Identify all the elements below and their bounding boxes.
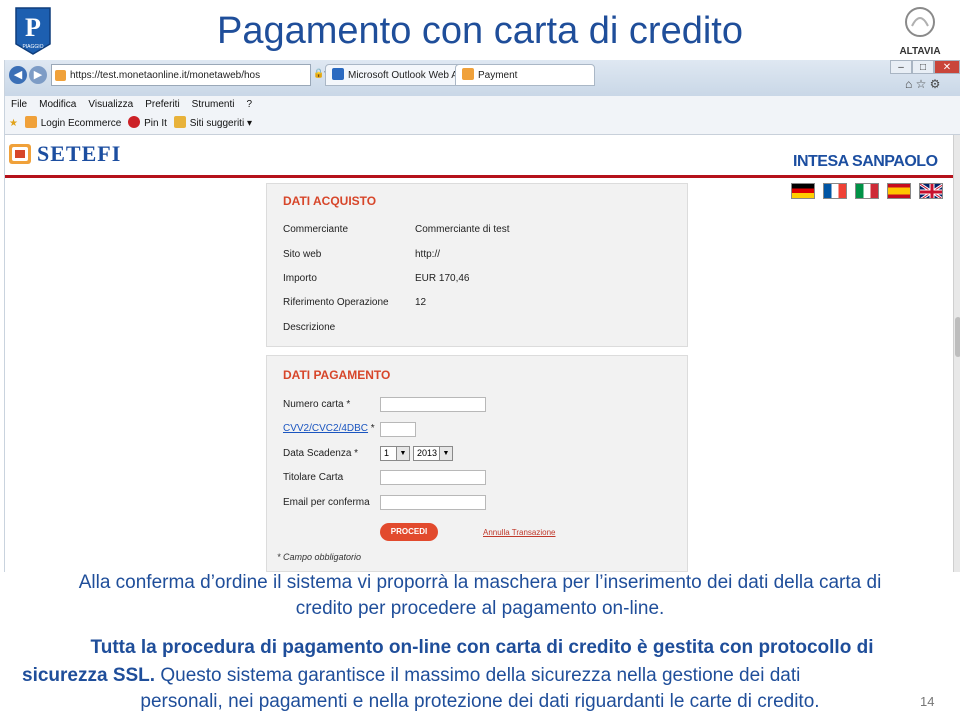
month-value: 1 (384, 448, 390, 458)
annulla-link[interactable]: Annulla Transazione (483, 528, 556, 537)
email-input[interactable] (380, 495, 486, 510)
address-bar[interactable]: https://test.monetaonline.it/monetaweb/h… (51, 64, 311, 86)
payment-favicon (462, 68, 474, 80)
menu-strumenti[interactable]: Strumenti (186, 96, 241, 114)
pinterest-icon (128, 116, 141, 128)
label-commerciante: Commerciante (283, 224, 349, 235)
menu-visualizza[interactable]: Visualizza (82, 96, 139, 114)
menu-preferiti[interactable]: Preferiti (139, 96, 185, 114)
chevron-down-icon: ▼ (439, 447, 452, 460)
flag-fr-icon[interactable] (823, 183, 847, 199)
year-value: 2013 (417, 448, 438, 458)
tab-outlook-label: Microsoft Outlook Web Access (348, 70, 464, 81)
fav-siti-suggeriti[interactable]: Siti suggeriti ▾ (173, 114, 252, 134)
intesa-sanpaolo-logo: INTESA SANPAOLO (793, 153, 938, 170)
flag-es-icon[interactable] (887, 183, 911, 199)
tab-payment[interactable]: Payment (455, 64, 595, 86)
flag-de-icon[interactable] (791, 183, 815, 199)
fav-login-ecommerce-label: Login Ecommerce (40, 118, 122, 129)
month-select[interactable]: 1 ▼ (380, 446, 410, 461)
label-titolare: Titolare Carta (283, 472, 344, 483)
cvv-link[interactable]: CVV2/CVC2/4DBC (283, 423, 368, 434)
value-sito-web: http:// (415, 249, 441, 260)
back-icon[interactable]: ◀ (9, 66, 27, 84)
altavia-logo-text: ALTAVIA (899, 46, 940, 57)
label-descrizione: Descrizione (283, 322, 336, 333)
label-data-scadenza: Data Scadenza * (283, 448, 359, 459)
menu-modifica[interactable]: Modifica (33, 96, 82, 114)
vertical-scrollbar[interactable] (953, 135, 960, 572)
value-commerciante: Commerciante di test (415, 224, 510, 235)
url-text: https://test.monetaonline.it/monetaweb/h… (70, 70, 261, 81)
setefi-logo: SETEFI (9, 141, 121, 167)
label-sito-web: Sito web (283, 249, 322, 260)
tab-outlook[interactable]: Microsoft Outlook Web Access (325, 64, 465, 86)
browser-titlebar: ◀ ▶ https://test.monetaonline.it/monetaw… (5, 60, 960, 96)
dati-acquisto-box: DATI ACQUISTO Commerciante Commerciante … (266, 183, 688, 347)
dati-pagamento-title: DATI PAGAMENTO (283, 368, 391, 382)
slide-text-line-2: credito per procedere al pagamento on-li… (295, 598, 665, 619)
value-importo: EUR 170,46 (415, 273, 470, 284)
year-select[interactable]: 2013 ▼ (413, 446, 453, 461)
scrollbar-thumb[interactable] (955, 317, 960, 357)
close-icon[interactable]: ✕ (934, 60, 960, 74)
maximize-icon[interactable]: □ (912, 60, 934, 74)
label-importo: Importo (283, 273, 317, 284)
forward-icon[interactable]: ▶ (29, 66, 47, 84)
outlook-icon (332, 68, 344, 80)
fav-siti-suggeriti-label: Siti suggeriti (189, 118, 245, 129)
label-numero-carta: Numero carta * (283, 399, 351, 410)
slide-title: Pagamento con carta di credito (217, 10, 743, 52)
slide-bold-line-1: Tutta la procedura di pagamento on-line … (90, 637, 874, 658)
slide-text-line-3: Questo sistema garantisce il massimo del… (160, 665, 801, 686)
payment-page: SETEFI INTESA SANPAOLO DATI ACQUISTO Com… (5, 135, 953, 572)
favorites-bar: ★ Login Ecommerce Pin It Siti suggeriti … (5, 114, 960, 135)
flag-it-icon[interactable] (855, 183, 879, 199)
setefi-brand-text: SETEFI (37, 141, 122, 166)
browser-window: ◀ ▶ https://test.monetaonline.it/monetaw… (4, 60, 960, 572)
slide-text-line-4: personali, nei pagamenti e nella protezi… (140, 691, 820, 712)
slide-page-number: 14 (920, 694, 935, 709)
campo-obbligatorio-note: * Campo obbligatorio (277, 552, 362, 562)
label-email: Email per conferma (283, 497, 370, 508)
titolare-input[interactable] (380, 470, 486, 485)
chevron-down-icon: ▼ (396, 447, 409, 460)
slide-mixed-line: sicurezza SSL. Questo sistema garantisce… (22, 665, 942, 687)
menu-bar: File Modifica Visualizza Preferiti Strumenti… (5, 96, 960, 114)
setefi-mark-icon (9, 144, 31, 164)
suggested-sites-icon (173, 116, 186, 128)
procedi-button[interactable]: PROCEDI (380, 523, 438, 541)
toolbar-icons[interactable]: ⌂ ☆ ⚙ (905, 77, 940, 91)
dati-pagamento-box: DATI PAGAMENTO Numero carta * CVV2/CVC2/… (266, 355, 688, 572)
tab-payment-label: Payment (478, 70, 518, 81)
fav-icon (24, 116, 37, 128)
menu-help[interactable]: ? (240, 96, 258, 114)
numero-carta-input[interactable] (380, 397, 486, 412)
flag-uk-icon[interactable] (919, 183, 943, 199)
cvv-label: CVV2/CVC2/4DBC * (283, 423, 375, 434)
fav-pin-it-label: Pin It (144, 118, 167, 129)
label-riferimento: Riferimento Operazione (283, 297, 389, 308)
site-favicon (55, 70, 66, 81)
dati-acquisto-title: DATI ACQUISTO (283, 194, 377, 208)
header-divider (5, 175, 953, 178)
slide-text-line-1: Alla conferma d’ordine il sistema vi pro… (78, 572, 882, 593)
slide-bold-line-2: sicurezza SSL. (22, 665, 156, 686)
cvv-required-mark: * (368, 423, 375, 434)
fav-pin-it[interactable]: Pin It (128, 114, 167, 134)
minimize-icon[interactable]: – (890, 60, 912, 74)
menu-file[interactable]: File (5, 96, 33, 114)
altavia-logo: ALTAVIA (890, 4, 950, 58)
fav-login-ecommerce[interactable]: Login Ecommerce (24, 114, 122, 134)
value-riferimento: 12 (415, 297, 427, 308)
favorites-star-icon[interactable]: ★ (9, 114, 18, 134)
cvv-input[interactable] (380, 422, 416, 437)
